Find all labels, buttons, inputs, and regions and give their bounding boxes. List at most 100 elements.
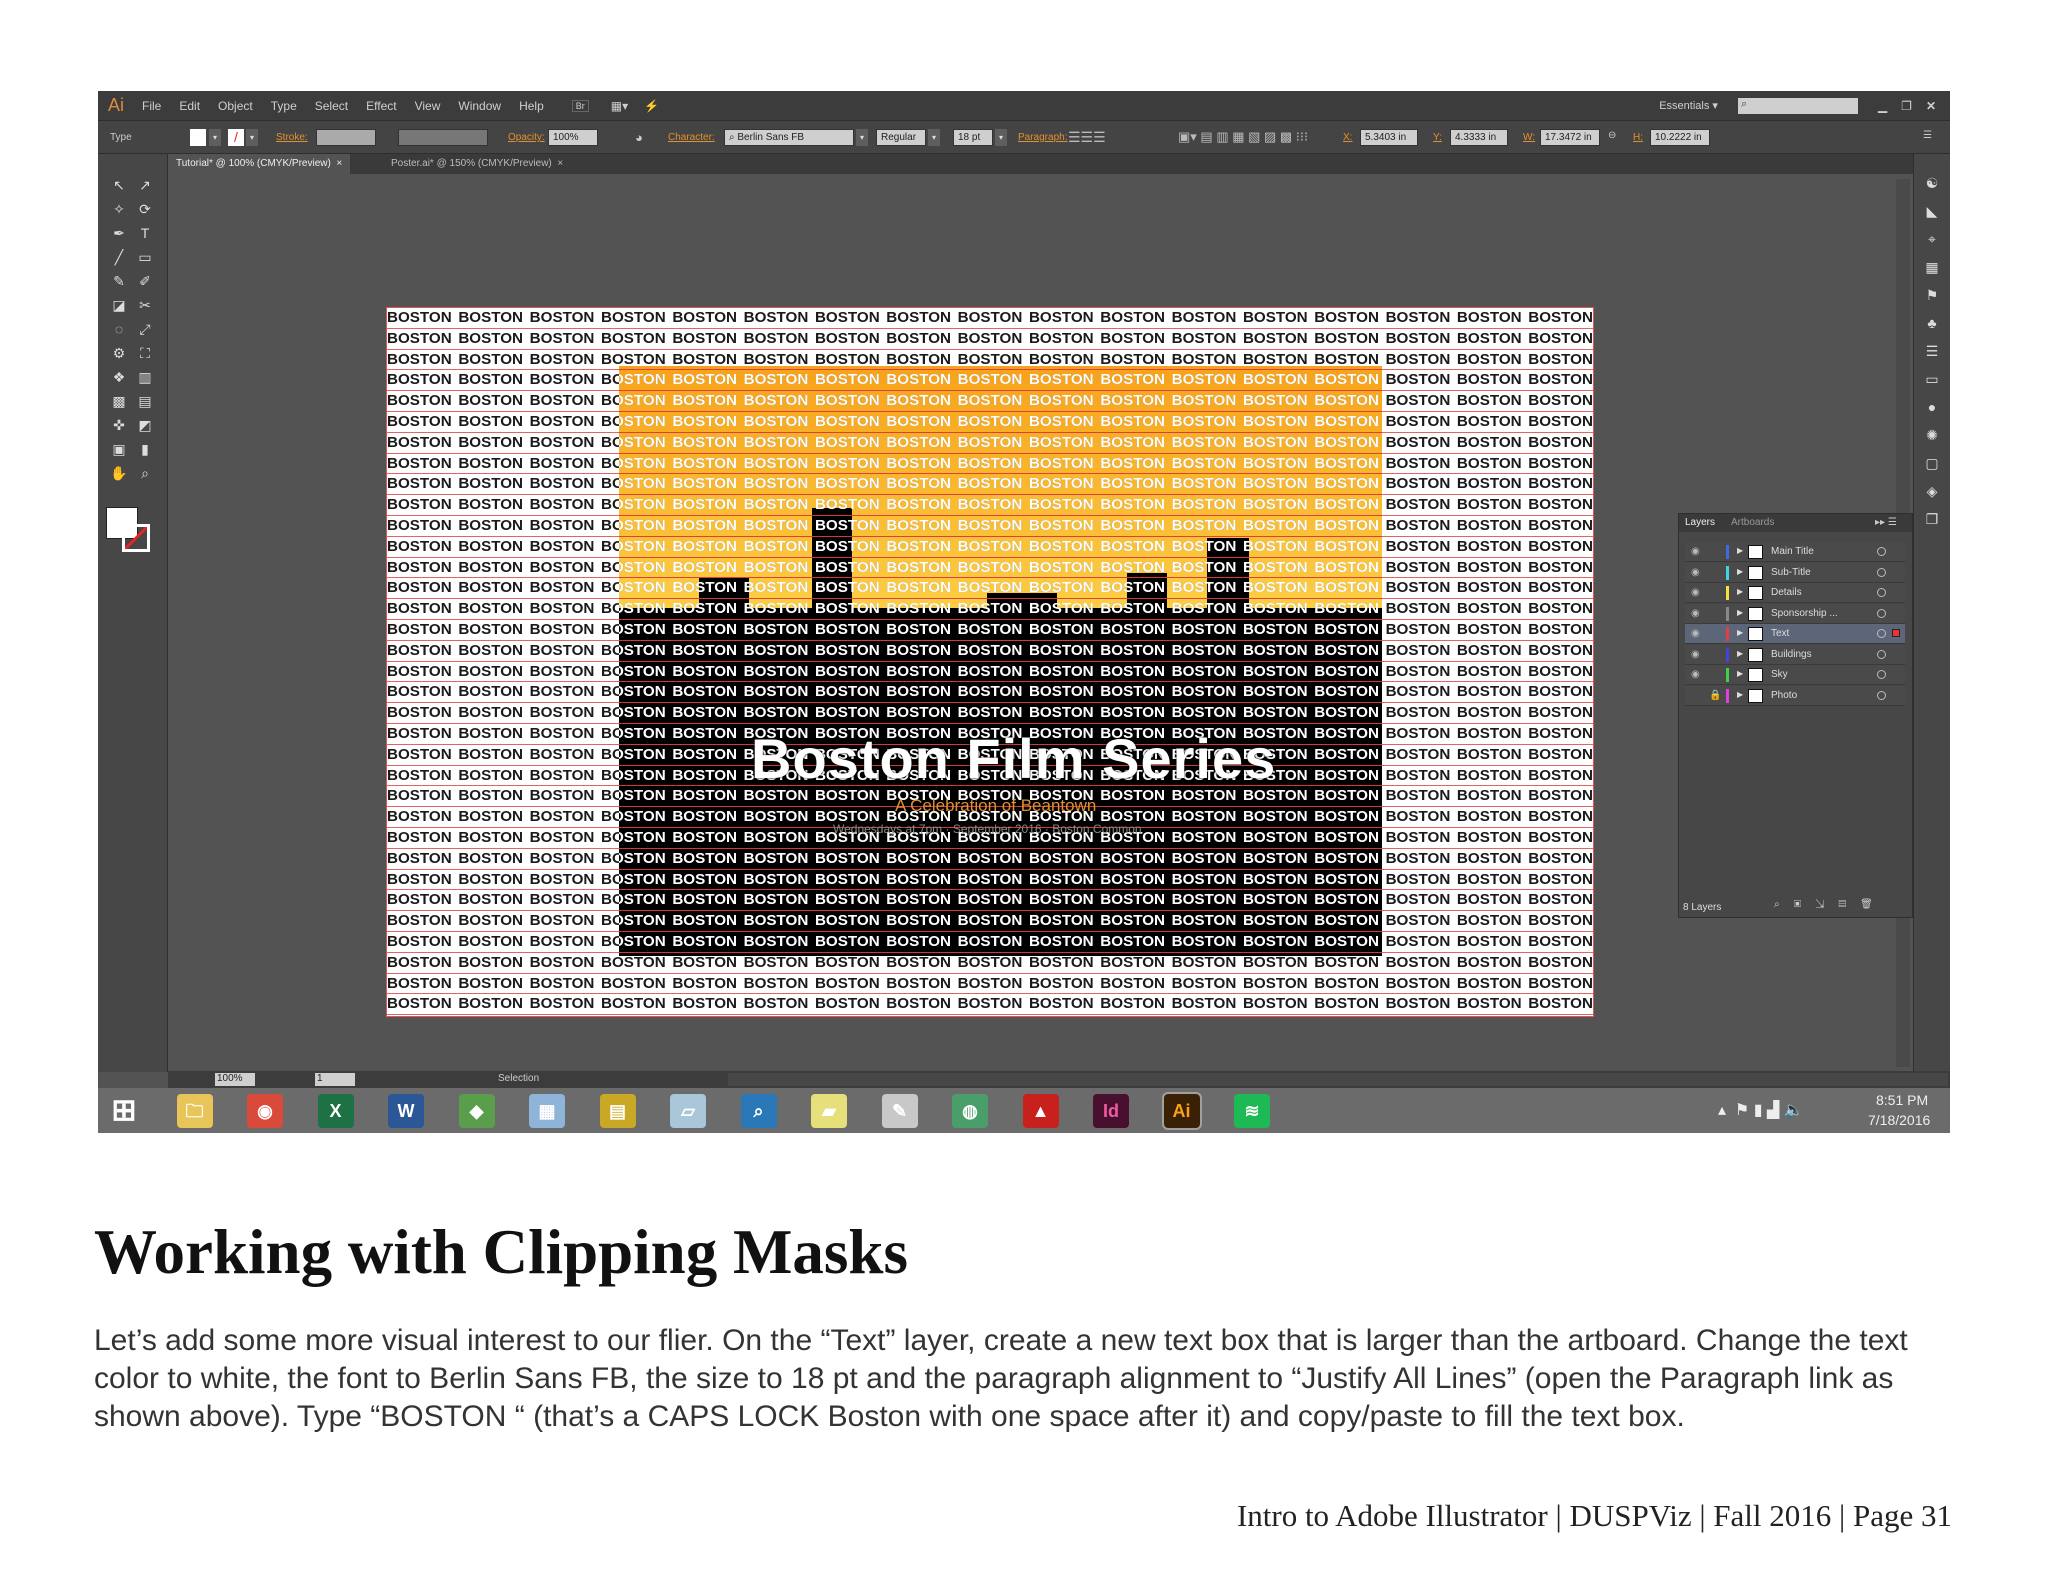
menu-type[interactable]: Type xyxy=(271,99,297,113)
clock-time[interactable]: 8:51 PM xyxy=(1876,1092,1928,1108)
tool-icon[interactable]: ✧ xyxy=(110,200,128,218)
eye-icon[interactable]: ◉ xyxy=(1691,649,1700,660)
panel-icon[interactable]: ☰ xyxy=(1923,342,1941,360)
tool-icon[interactable]: ✎ xyxy=(110,272,128,290)
font-family-field[interactable]: ⌕ Berlin Sans FB xyxy=(724,129,854,146)
panel-icon[interactable]: ⚑ xyxy=(1923,286,1941,304)
menu-edit[interactable]: Edit xyxy=(179,99,200,113)
tool-icon[interactable]: ⤢ xyxy=(136,320,154,338)
panel-menu-icon[interactable]: ▸▸ ☰ xyxy=(1875,517,1897,528)
layer-row-text[interactable]: ◉ ▶ Text xyxy=(1685,624,1905,644)
font-family-dropdown[interactable]: ▾ xyxy=(856,129,868,146)
y-field[interactable]: 4.3333 in xyxy=(1450,129,1508,146)
menu-view[interactable]: View xyxy=(415,99,441,113)
target-icon[interactable] xyxy=(1877,690,1886,700)
taskbar-word-icon[interactable]: W xyxy=(388,1094,424,1128)
opacity-field[interactable]: 100% xyxy=(548,129,598,146)
eye-icon[interactable]: ◉ xyxy=(1691,628,1700,639)
layer-row-sub-title[interactable]: ◉ ▶ Sub-Title xyxy=(1685,562,1905,583)
w-field[interactable]: 17.3472 in xyxy=(1540,129,1600,146)
tool-icon[interactable]: ⚙ xyxy=(110,344,128,362)
expand-arrow-icon[interactable]: ▶ xyxy=(1737,587,1743,596)
close-tab-icon[interactable]: × xyxy=(557,158,563,169)
arrange-documents-icon[interactable]: ▦▾ xyxy=(611,99,628,113)
tab-poster[interactable]: Poster.ai* @ 150% (CMYK/Preview) × xyxy=(383,154,571,174)
tool-icon[interactable]: T xyxy=(136,224,154,242)
eye-icon[interactable]: ◉ xyxy=(1691,567,1700,578)
tool-icon[interactable]: ▥ xyxy=(136,368,154,386)
tool-icon[interactable]: ▩ xyxy=(110,392,128,410)
layer-row-sponsorship[interactable]: ◉ ▶ Sponsorship ... xyxy=(1685,603,1905,624)
eye-icon[interactable]: ◉ xyxy=(1691,608,1700,619)
current-tool[interactable]: Selection xyxy=(498,1073,539,1084)
taskbar-globe-icon[interactable]: ◍ xyxy=(952,1094,988,1128)
taskbar-sticky-notes-icon[interactable]: ▰ xyxy=(811,1094,847,1128)
taskbar-illustrator-icon[interactable]: Ai xyxy=(1161,1092,1202,1130)
target-icon[interactable] xyxy=(1877,567,1886,577)
tool-icon[interactable]: ✐ xyxy=(136,272,154,290)
tool-icon[interactable]: ▤ xyxy=(136,392,154,410)
tab-layers[interactable]: Layers xyxy=(1685,517,1715,528)
tool-icon[interactable]: ❖ xyxy=(110,368,128,386)
horizontal-scrollbar[interactable] xyxy=(728,1073,1948,1086)
target-icon[interactable] xyxy=(1877,547,1886,556)
tool-icon[interactable]: ✜ xyxy=(110,416,128,434)
stroke-color-swatch[interactable] xyxy=(122,524,150,552)
menu-object[interactable]: Object xyxy=(218,99,253,113)
tool-icon[interactable]: ▭ xyxy=(136,248,154,266)
align-buttons[interactable]: ☰☰☰ xyxy=(1068,129,1106,146)
tool-icon[interactable]: ◩ xyxy=(136,416,154,434)
menu-file[interactable]: File xyxy=(142,99,161,113)
tab-artboards[interactable]: Artboards xyxy=(1731,517,1774,528)
menu-select[interactable]: Select xyxy=(315,99,348,113)
close-button[interactable]: ✕ xyxy=(1926,99,1936,113)
font-style-field[interactable]: Regular xyxy=(876,129,926,146)
target-icon[interactable] xyxy=(1877,608,1886,618)
h-field[interactable]: 10.2222 in xyxy=(1650,129,1710,146)
tool-icon[interactable]: ◪ xyxy=(110,296,128,314)
restore-button[interactable]: ❐ xyxy=(1901,99,1912,113)
taskbar-file-cabinet-icon[interactable]: ▤ xyxy=(599,1094,636,1128)
character-link[interactable]: Character: xyxy=(668,132,715,143)
tool-icon[interactable]: ✂ xyxy=(136,296,154,314)
tab-tutorial[interactable]: Tutorial* @ 100% (CMYK/Preview) × xyxy=(168,154,351,174)
tool-icon[interactable]: ▮ xyxy=(136,440,154,458)
taskbar-file-explorer-icon[interactable]: 🗀 xyxy=(176,1094,213,1128)
align-objects-icons[interactable]: ▣▾ ▤ ▥ ▦ ▧ ▨ ▩ ⁝⁝⁝ xyxy=(1178,129,1308,145)
target-icon[interactable] xyxy=(1877,629,1886,638)
system-tray-icons[interactable]: ▴ ⚑ ▮ ▟ 🔈 xyxy=(1718,1100,1804,1120)
stroke-swatch-dropdown[interactable]: ▾ xyxy=(246,129,258,146)
panel-icon[interactable]: ▦ xyxy=(1923,258,1941,276)
eye-icon[interactable]: ◉ xyxy=(1691,669,1700,680)
artboard[interactable]: BOSTON BOSTON BOSTON BOSTON BOSTON BOSTON BOST… xyxy=(386,307,1594,1017)
panel-icon[interactable]: ⌖ xyxy=(1923,230,1941,248)
artboard-field[interactable]: 1 xyxy=(315,1073,355,1086)
target-icon[interactable] xyxy=(1877,670,1886,679)
target-icon[interactable] xyxy=(1877,649,1886,659)
zoom-field[interactable]: 100% xyxy=(215,1073,255,1086)
target-icon[interactable] xyxy=(1877,588,1886,597)
tool-icon[interactable]: ▣ xyxy=(110,440,128,458)
taskbar-excel-icon[interactable]: X xyxy=(317,1094,354,1128)
taskbar-git-extensions-icon[interactable]: ◆ xyxy=(458,1094,495,1128)
control-panel-menu-icon[interactable]: ☰ xyxy=(1923,130,1932,141)
panel-icon[interactable]: ▢ xyxy=(1923,454,1941,472)
tool-icon[interactable]: ⛶ xyxy=(136,344,154,362)
gpu-icon[interactable]: ⚡ xyxy=(644,99,659,113)
constrain-proportions-icon[interactable]: ⊖ xyxy=(1608,130,1616,141)
tool-icon[interactable]: ◌ xyxy=(110,320,128,338)
layer-row-photo[interactable]: 🔒 ▶ Photo xyxy=(1685,685,1905,706)
taskbar-indesign-icon[interactable]: Id xyxy=(1093,1094,1129,1128)
layer-row-main-title[interactable]: ◉ ▶ Main Title xyxy=(1685,542,1905,562)
fill-swatch[interactable] xyxy=(190,129,206,146)
stroke-weight-field[interactable] xyxy=(316,129,376,146)
panel-icon[interactable]: ✺ xyxy=(1923,426,1941,444)
taskbar-chrome-icon[interactable]: ◉ xyxy=(247,1094,283,1128)
recolor-icon[interactable]: ◕ xyxy=(635,130,643,145)
panel-icon[interactable]: ● xyxy=(1923,398,1941,416)
expand-arrow-icon[interactable]: ▶ xyxy=(1737,628,1743,637)
tool-icon[interactable]: ↖ xyxy=(110,176,128,194)
workspace-switcher[interactable]: Essentials ▾ xyxy=(1659,99,1718,112)
taskbar-magnifier-icon[interactable]: ⌕ xyxy=(740,1094,777,1128)
stroke-swatch[interactable]: / xyxy=(228,129,244,146)
